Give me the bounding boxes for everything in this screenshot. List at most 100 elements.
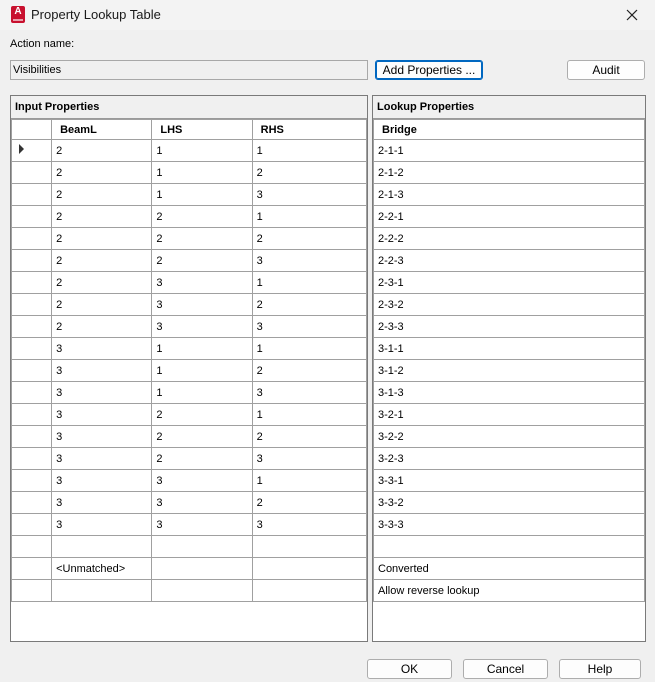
table-cell[interactable] <box>151 579 253 602</box>
table-cell[interactable]: 1 <box>251 205 367 228</box>
table-row[interactable]: 223 <box>11 249 367 272</box>
table-cell[interactable]: 3 <box>51 491 153 514</box>
table-row[interactable]: Converted <box>373 557 645 580</box>
table-cell[interactable]: 2 <box>151 227 253 250</box>
table-row[interactable]: 332 <box>11 491 367 514</box>
table-row[interactable]: 2-2-1 <box>373 205 645 228</box>
row-selector[interactable] <box>11 249 53 272</box>
row-selector[interactable] <box>11 315 53 338</box>
table-row[interactable]: 212 <box>11 161 367 184</box>
row-selector[interactable] <box>11 227 53 250</box>
table-row[interactable]: <Unmatched> <box>11 557 367 580</box>
table-cell[interactable]: 3-2-2 <box>373 425 645 448</box>
row-selector[interactable] <box>11 183 53 206</box>
table-cell[interactable]: 3 <box>151 491 253 514</box>
row-selector[interactable] <box>11 293 53 316</box>
table-cell[interactable]: 3 <box>251 447 367 470</box>
table-cell[interactable]: 2 <box>251 425 367 448</box>
table-row[interactable]: 311 <box>11 337 367 360</box>
table-row[interactable]: 2-2-2 <box>373 227 645 250</box>
table-cell[interactable]: 3 <box>251 183 367 206</box>
column-header-rhs[interactable]: RHS <box>251 119 367 140</box>
table-cell[interactable]: Converted <box>373 557 645 580</box>
table-row[interactable]: 3-1-1 <box>373 337 645 360</box>
table-row[interactable]: 312 <box>11 359 367 382</box>
table-row[interactable]: 2-1-2 <box>373 161 645 184</box>
table-cell[interactable]: 2 <box>151 249 253 272</box>
table-cell[interactable]: 3-1-1 <box>373 337 645 360</box>
add-properties-button[interactable]: Add Properties ... <box>375 60 483 80</box>
table-row[interactable]: 3-2-1 <box>373 403 645 426</box>
table-cell[interactable]: 3 <box>251 381 367 404</box>
table-row[interactable]: Allow reverse lookup <box>373 579 645 602</box>
table-cell[interactable]: 2 <box>51 293 153 316</box>
table-cell[interactable] <box>373 535 645 558</box>
row-selector[interactable] <box>11 513 53 536</box>
table-row[interactable]: 313 <box>11 381 367 404</box>
row-selector[interactable] <box>11 557 53 580</box>
table-row[interactable]: 2-1-1 <box>373 139 645 162</box>
action-name-field[interactable]: Visibilities <box>10 60 368 80</box>
close-button[interactable] <box>609 0 655 30</box>
column-header-bridge[interactable]: Bridge <box>373 119 645 140</box>
table-cell[interactable]: 3 <box>151 469 253 492</box>
table-row[interactable]: 2-3-2 <box>373 293 645 316</box>
table-cell[interactable]: 2 <box>251 161 367 184</box>
table-row[interactable]: 322 <box>11 425 367 448</box>
table-cell[interactable]: 2-2-1 <box>373 205 645 228</box>
table-cell[interactable]: 3 <box>151 513 253 536</box>
table-row[interactable]: 3-3-1 <box>373 469 645 492</box>
table-cell[interactable]: 2 <box>251 359 367 382</box>
row-selector[interactable] <box>11 161 53 184</box>
table-cell[interactable]: 3-2-3 <box>373 447 645 470</box>
table-cell[interactable]: 3 <box>51 359 153 382</box>
row-selector[interactable] <box>11 381 53 404</box>
table-cell[interactable]: 2 <box>51 183 153 206</box>
table-cell[interactable]: 1 <box>251 139 367 162</box>
table-cell[interactable]: 3 <box>51 513 153 536</box>
table-cell[interactable] <box>251 579 367 602</box>
table-cell[interactable] <box>151 557 253 580</box>
table-row[interactable]: 331 <box>11 469 367 492</box>
table-cell[interactable]: <Unmatched> <box>51 557 153 580</box>
table-row[interactable]: 3-3-2 <box>373 491 645 514</box>
row-selector[interactable] <box>11 425 53 448</box>
table-row[interactable] <box>11 579 367 602</box>
audit-button[interactable]: Audit <box>567 60 645 80</box>
table-cell[interactable]: 2 <box>151 205 253 228</box>
table-cell[interactable] <box>251 535 367 558</box>
table-cell[interactable]: 3 <box>51 403 153 426</box>
table-cell[interactable]: 3 <box>51 337 153 360</box>
table-row[interactable]: 3-2-3 <box>373 447 645 470</box>
help-button[interactable]: Help <box>559 659 641 679</box>
table-row[interactable]: 3-3-3 <box>373 513 645 536</box>
table-row[interactable] <box>373 535 645 558</box>
table-cell[interactable]: 2 <box>151 403 253 426</box>
table-cell[interactable]: 3-1-3 <box>373 381 645 404</box>
table-cell[interactable]: 2 <box>51 271 153 294</box>
table-row[interactable]: 232 <box>11 293 367 316</box>
table-cell[interactable]: 3 <box>251 249 367 272</box>
table-cell[interactable]: 2 <box>51 227 153 250</box>
table-cell[interactable]: 2-2-2 <box>373 227 645 250</box>
table-cell[interactable]: 2 <box>251 227 367 250</box>
table-cell[interactable]: 3 <box>251 315 367 338</box>
table-cell[interactable]: 1 <box>251 469 367 492</box>
column-header-lhs[interactable]: LHS <box>151 119 253 140</box>
row-selector[interactable] <box>11 205 53 228</box>
row-selector[interactable] <box>11 579 53 602</box>
table-cell[interactable]: 1 <box>151 183 253 206</box>
table-row[interactable]: 323 <box>11 447 367 470</box>
table-row[interactable] <box>11 535 367 558</box>
table-cell[interactable] <box>51 579 153 602</box>
table-cell[interactable]: 1 <box>151 381 253 404</box>
row-selector[interactable] <box>11 403 53 426</box>
row-selector[interactable] <box>11 447 53 470</box>
table-cell[interactable]: 3 <box>151 293 253 316</box>
table-cell[interactable]: 3-3-1 <box>373 469 645 492</box>
table-cell[interactable]: 2-1-3 <box>373 183 645 206</box>
row-selector[interactable] <box>11 337 53 360</box>
ok-button[interactable]: OK <box>367 659 452 679</box>
table-row[interactable]: 2-2-3 <box>373 249 645 272</box>
table-cell[interactable]: 3 <box>51 447 153 470</box>
